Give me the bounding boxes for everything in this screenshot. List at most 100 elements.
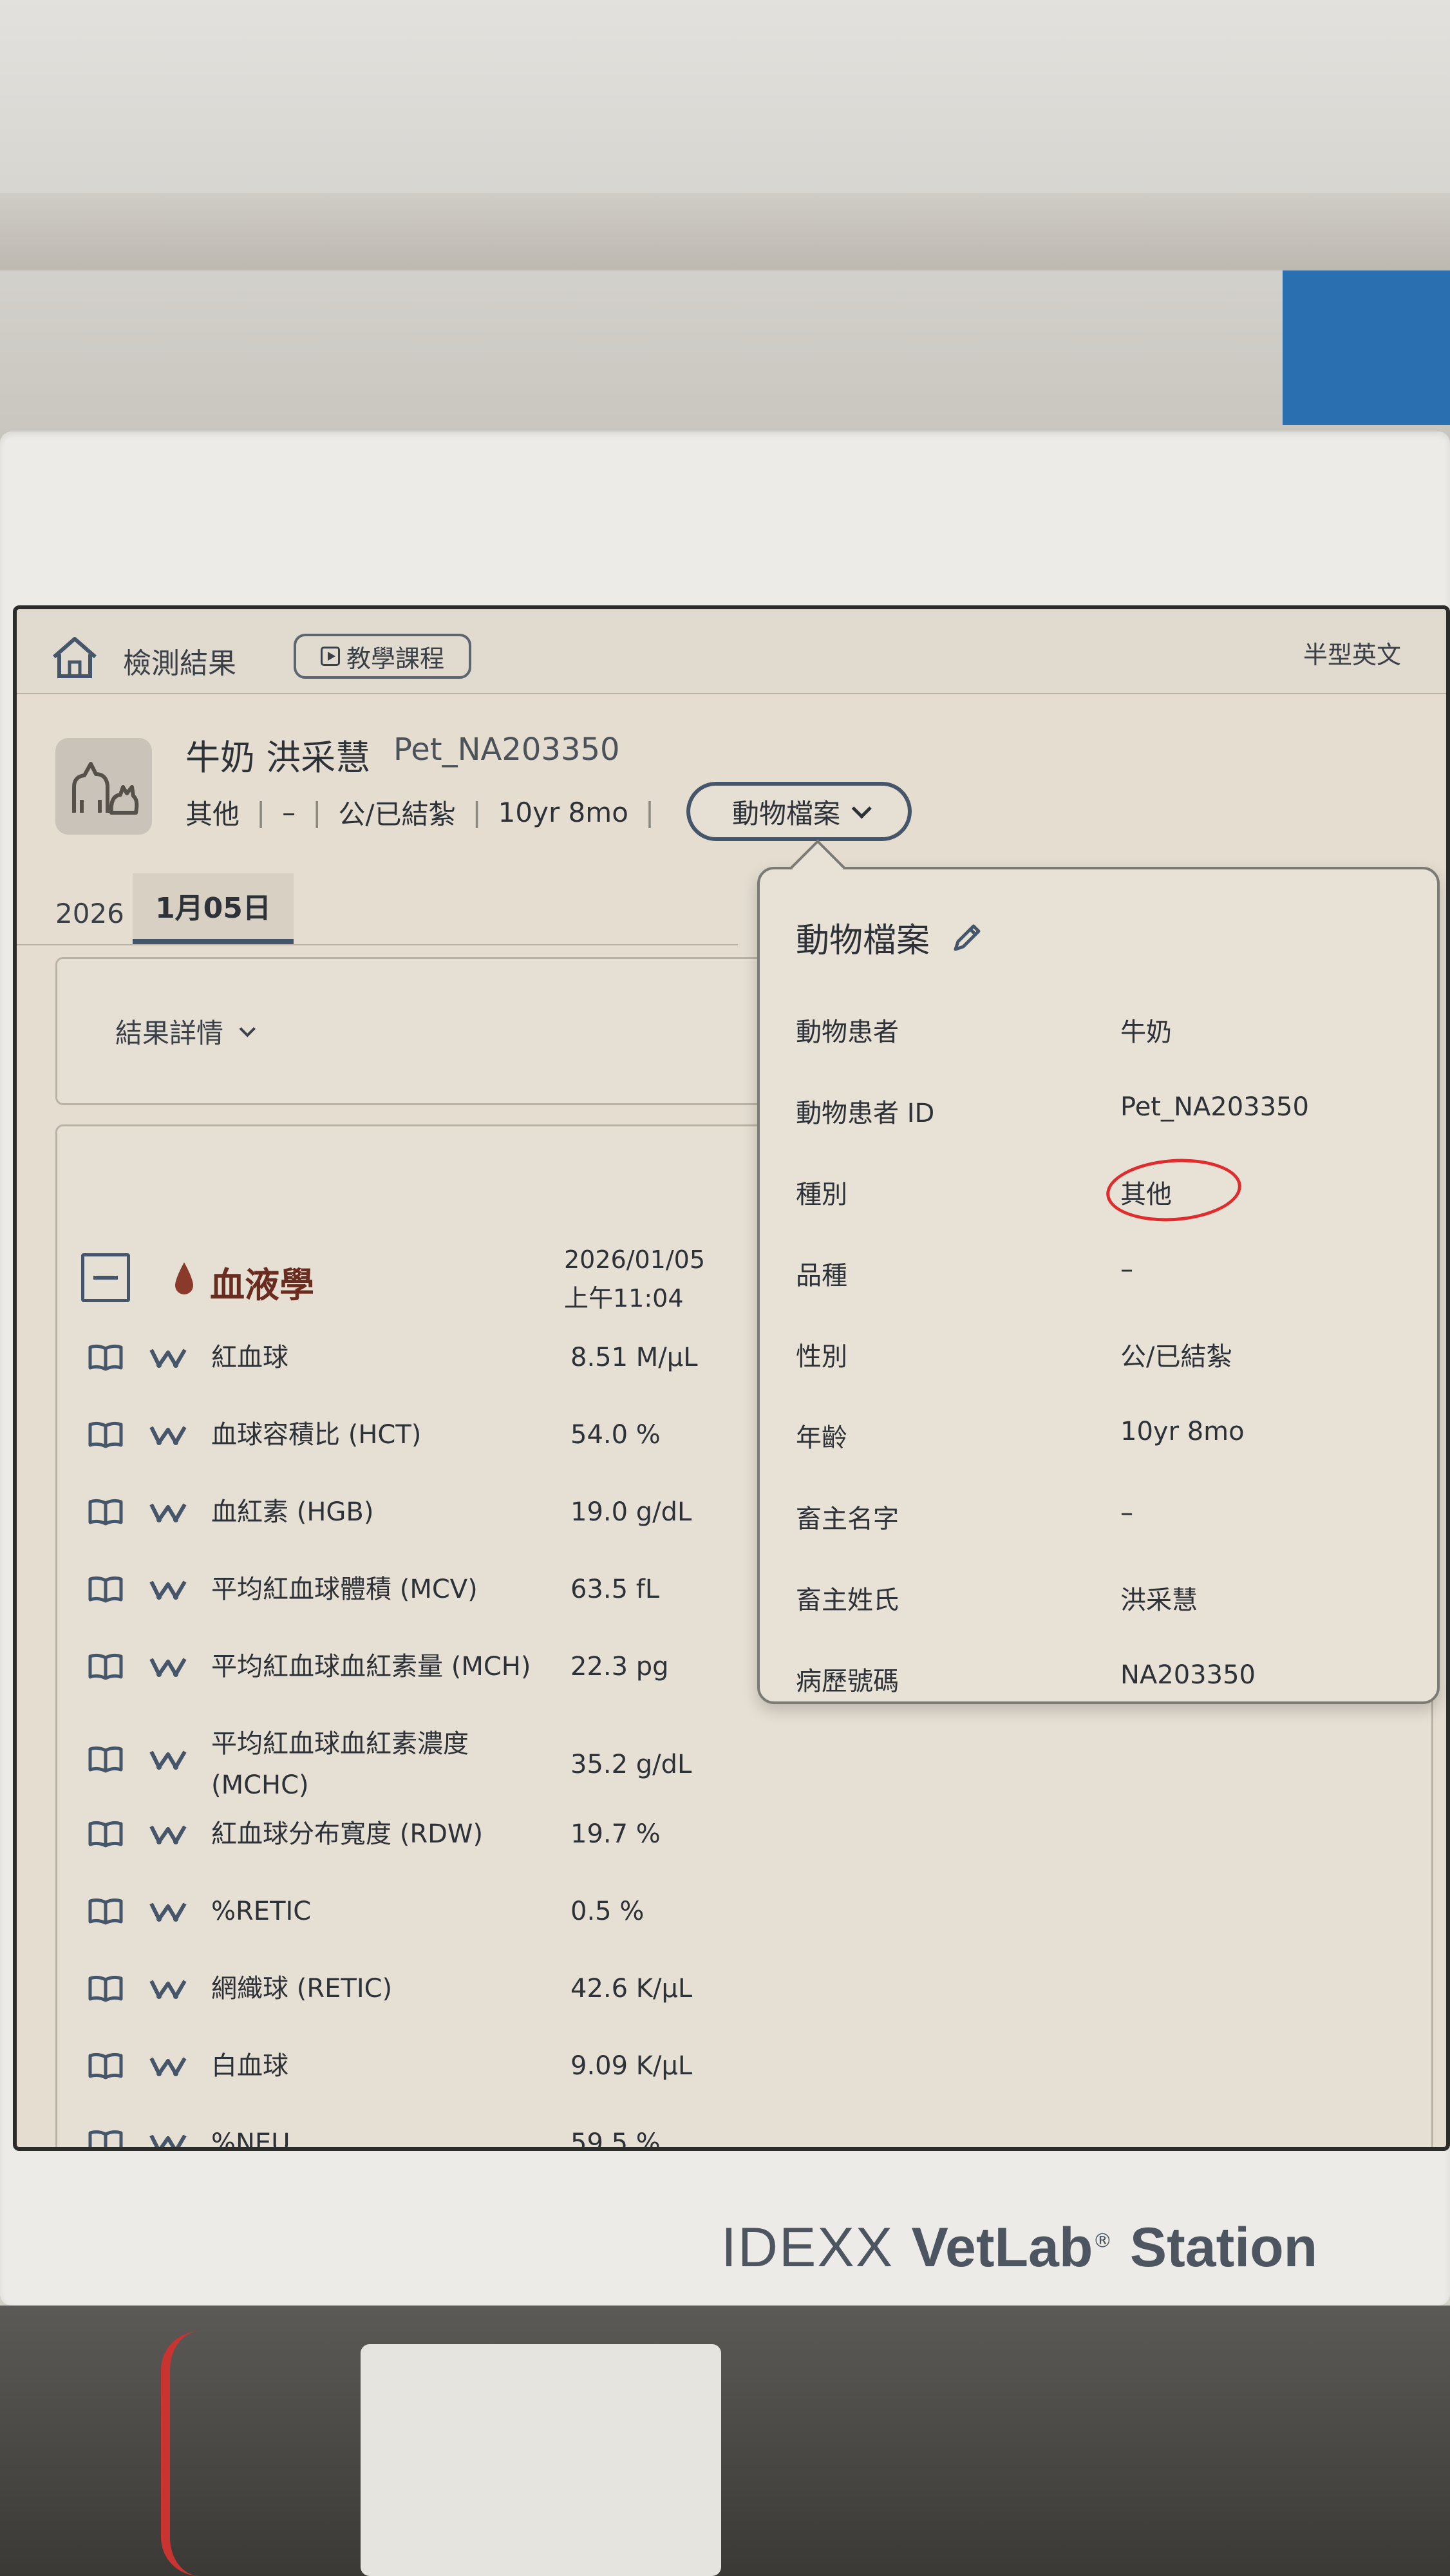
popup-row-key: 性別: [796, 1342, 847, 1372]
trend-icon[interactable]: [149, 2129, 187, 2151]
popup-header: 動物檔案: [796, 913, 985, 961]
result-value: 63.5 fL: [570, 1575, 660, 1604]
dog-cat-icon: [72, 762, 139, 815]
popup-row-key: 年齡: [796, 1423, 847, 1453]
result-name: 平均紅血球血紅素濃度: [211, 1729, 469, 1759]
trend-icon[interactable]: [149, 1498, 187, 1526]
background-power-outlet: [361, 2344, 721, 2576]
trend-icon[interactable]: [149, 2052, 187, 2080]
book-icon[interactable]: [88, 1975, 124, 2003]
popup-row-key: 病歷號碼: [796, 1667, 899, 1696]
patient-name: 牛奶 洪采慧: [185, 737, 371, 778]
table-row: 白血球 9.09 K/µL: [17, 2051, 738, 2123]
popup-row-key: 動物患者: [796, 1018, 899, 1047]
book-icon[interactable]: [88, 1745, 124, 1774]
tab-year[interactable]: 2026: [55, 898, 124, 929]
tutorial-button-label: 教學課程: [346, 644, 444, 673]
table-row: 血紅素 (HGB) 19.0 g/dL: [17, 1497, 738, 1569]
result-name: %NEU: [211, 2128, 290, 2151]
patient-age: 10yr 8mo: [498, 797, 628, 828]
table-row: 平均紅血球血紅素濃度 35.2 g/dL (MCHC): [17, 1729, 738, 1801]
result-name-line2: (MCHC): [211, 1770, 309, 1800]
popup-row-value: 洪采慧: [1120, 1586, 1198, 1615]
tutorial-button[interactable]: 教學課程: [294, 634, 471, 679]
popup-row-value: 10yr 8mo: [1120, 1417, 1245, 1446]
annotation-circle: [1104, 1154, 1244, 1226]
animal-profile-button[interactable]: 動物檔案: [686, 782, 912, 841]
result-name: 血紅素 (HGB): [211, 1497, 374, 1527]
book-icon[interactable]: [88, 1575, 124, 1604]
patient-species: 其他: [185, 799, 240, 830]
table-row: 平均紅血球血紅素量 (MCH) 22.3 pg: [17, 1652, 738, 1723]
language-toggle[interactable]: 半型英文: [1303, 635, 1401, 670]
result-name: 紅血球分布寬度 (RDW): [211, 1819, 484, 1849]
chevron-down-icon: [239, 1020, 256, 1037]
pencil-icon[interactable]: [949, 920, 985, 956]
brand-maker: IDEXX: [721, 2217, 894, 2278]
result-name: 白血球: [211, 2051, 288, 2081]
table-row: 平均紅血球體積 (MCV) 63.5 fL: [17, 1575, 738, 1646]
chevron-down-icon: [851, 799, 872, 819]
home-icon[interactable]: [49, 635, 100, 680]
popup-row-key: 品種: [796, 1261, 847, 1291]
device-screen: 檢測結果 教學課程 半型英文 牛奶 洪采慧 Pet_NA203350 其他 | …: [13, 605, 1450, 2151]
background-blue-object: [1283, 270, 1450, 425]
brand-reg-mark: ®: [1093, 2230, 1113, 2253]
trend-icon[interactable]: [149, 1343, 187, 1372]
background-cables: [0, 2306, 1450, 2576]
brand-product: VetLab: [911, 2217, 1093, 2278]
background-shelf: [0, 193, 1450, 270]
result-value: 35.2 g/dL: [570, 1750, 692, 1779]
result-value: 19.0 g/dL: [570, 1497, 692, 1527]
table-row: 紅血球 8.51 M/µL: [17, 1343, 738, 1414]
background-red-cable: [161, 2331, 337, 2576]
meta-separator: |: [645, 797, 655, 828]
book-icon[interactable]: [88, 1820, 124, 1848]
tab-selected-day[interactable]: 1月05日: [133, 873, 294, 944]
animal-profile-popup: 動物檔案 動物患者 牛奶 動物患者 ID Pet_NA203350 種別 其他 品種 – 性別公…: [757, 867, 1440, 1704]
book-icon[interactable]: [88, 1653, 124, 1681]
patient-sex: 公/已結紮: [338, 799, 456, 830]
trend-icon[interactable]: [149, 1575, 187, 1604]
animal-profile-button-label: 動物檔案: [731, 797, 840, 829]
result-details-label: 結果詳情: [115, 1018, 224, 1049]
trend-icon[interactable]: [149, 1820, 187, 1848]
result-value: 9.09 K/µL: [570, 2051, 693, 2081]
book-icon[interactable]: [88, 1343, 124, 1372]
table-row: %RETIC 0.5 %: [17, 1897, 738, 1968]
book-icon[interactable]: [88, 1421, 124, 1449]
result-name: 血球容積比 (HCT): [211, 1420, 422, 1450]
popup-row-key: 畜主姓氏: [796, 1586, 899, 1615]
book-icon[interactable]: [88, 1897, 124, 1926]
table-row: 網織球 (RETIC) 42.6 K/µL: [17, 1974, 738, 2045]
popup-row-value: Pet_NA203350: [1120, 1092, 1309, 1122]
trend-icon[interactable]: [149, 1897, 187, 1926]
patient-avatar: [55, 738, 152, 835]
trend-icon[interactable]: [149, 1421, 187, 1449]
section-title-hematology: 血液學: [210, 1265, 314, 1305]
patient-id: Pet_NA203350: [393, 732, 620, 768]
result-details-toggle[interactable]: 結果詳情: [115, 1012, 256, 1051]
popup-row-value: 公/已結紮: [1120, 1342, 1232, 1372]
trend-icon[interactable]: [149, 1653, 187, 1681]
book-icon[interactable]: [88, 1498, 124, 1526]
trend-icon[interactable]: [149, 1745, 187, 1774]
popup-row-key: 種別: [796, 1180, 847, 1209]
page-title: 檢測結果: [123, 647, 236, 680]
trend-icon[interactable]: [149, 1975, 187, 2003]
patient-meta: 其他 | – | 公/已結紮 | 10yr 8mo |: [185, 793, 654, 832]
date-tabs: 2026 1月05日: [17, 873, 738, 945]
book-icon[interactable]: [88, 2129, 124, 2151]
top-bar: 檢測結果 教學課程 半型英文: [17, 609, 1446, 694]
table-row: %NEU 59.5 %: [17, 2128, 738, 2151]
meta-separator: |: [256, 797, 266, 828]
collapse-section-button[interactable]: [81, 1253, 130, 1302]
patient-breed: –: [282, 797, 296, 828]
result-name: 平均紅血球血紅素量 (MCH): [211, 1652, 531, 1681]
device-brand: IDEXX VetLab® Station: [721, 2215, 1417, 2293]
result-name: 紅血球: [211, 1343, 288, 1372]
section-time: 上午11:04: [564, 1284, 684, 1312]
popup-row-value: NA203350: [1120, 1660, 1256, 1690]
popup-row-value: –: [1120, 1255, 1133, 1284]
book-icon[interactable]: [88, 2052, 124, 2080]
